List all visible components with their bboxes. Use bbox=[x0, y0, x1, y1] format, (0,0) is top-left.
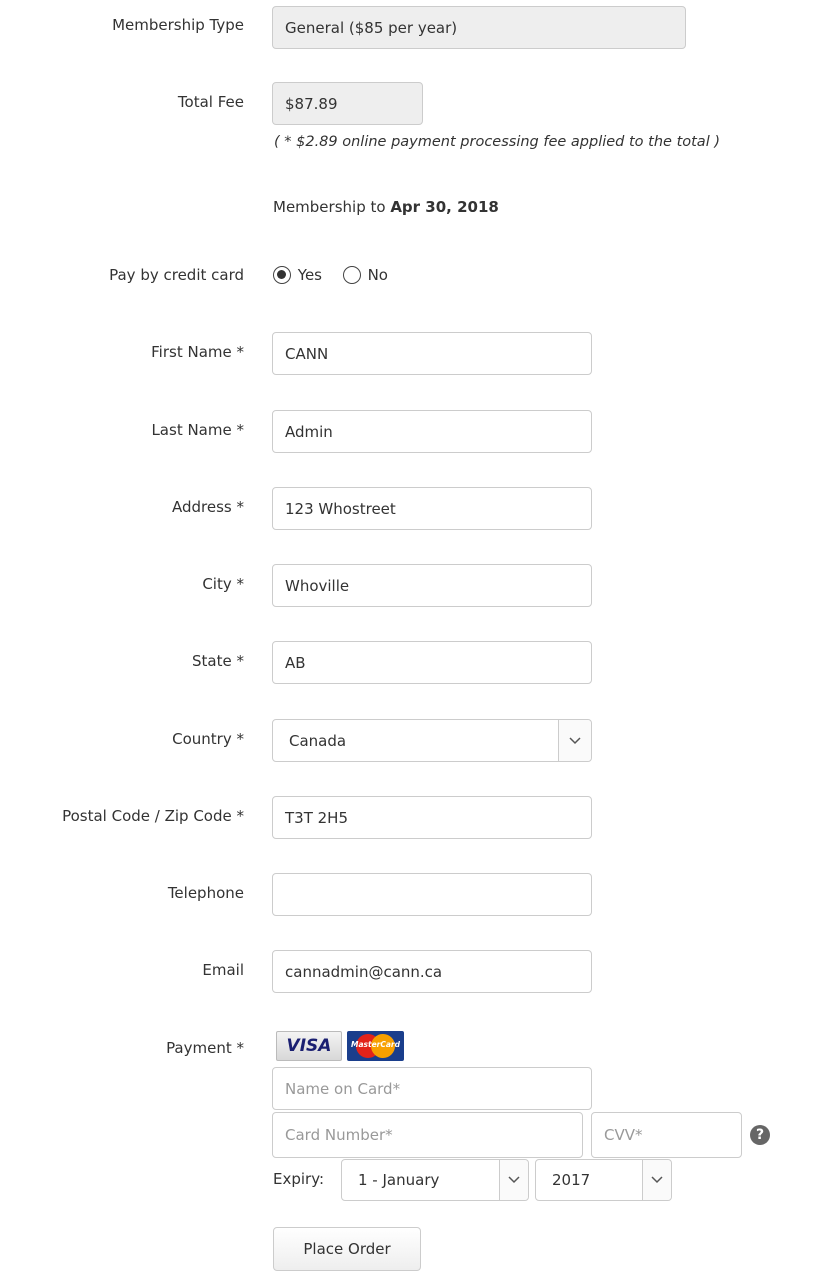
cvv-placeholder: CVV* bbox=[604, 1126, 643, 1144]
radio-checked-icon bbox=[273, 265, 291, 284]
expiry-date: Apr 30, 2018 bbox=[390, 198, 499, 216]
telephone-input[interactable] bbox=[272, 873, 592, 916]
email-input[interactable]: cannadmin@cann.ca bbox=[272, 950, 592, 993]
pay-yes-radio[interactable]: Yes bbox=[273, 265, 327, 284]
postal-code-input[interactable]: T3T 2H5 bbox=[272, 796, 592, 839]
city-value: Whoville bbox=[285, 576, 350, 595]
address-input[interactable]: 123 Whostreet bbox=[272, 487, 592, 530]
expiry-year-value: 2017 bbox=[552, 1171, 591, 1189]
last-name-input[interactable]: Admin bbox=[272, 410, 592, 453]
total-fee-label: Total Fee bbox=[177, 93, 244, 111]
chevron-down-icon bbox=[558, 720, 591, 761]
first-name-input[interactable]: CANN bbox=[272, 332, 592, 375]
radio-unchecked-icon bbox=[342, 265, 361, 284]
state-value: AB bbox=[285, 653, 306, 672]
help-icon[interactable]: ? bbox=[750, 1125, 770, 1145]
country-select[interactable]: Canada bbox=[272, 719, 592, 762]
expiry-month-select[interactable]: 1 - January bbox=[341, 1159, 529, 1201]
address-label: Address * bbox=[171, 498, 244, 516]
country-value: Canada bbox=[289, 731, 347, 750]
address-value: 123 Whostreet bbox=[285, 499, 396, 518]
cvv-input[interactable]: CVV* bbox=[591, 1112, 742, 1158]
last-name-label: Last Name * bbox=[151, 421, 244, 439]
total-fee-value: $87.89 bbox=[285, 94, 338, 113]
pay-by-card-options: Yes No bbox=[273, 265, 388, 284]
pay-no-radio[interactable]: No bbox=[342, 265, 388, 284]
email-label: Email bbox=[202, 961, 244, 979]
membership-type-field: General ($85 per year) bbox=[272, 6, 686, 49]
card-number-placeholder: Card Number* bbox=[285, 1126, 393, 1144]
place-order-button[interactable]: Place Order bbox=[273, 1227, 421, 1271]
mastercard-icon: MasterCard bbox=[347, 1031, 404, 1061]
country-label: Country * bbox=[172, 730, 244, 748]
pay-by-card-label: Pay by credit card bbox=[109, 266, 244, 284]
card-number-input[interactable]: Card Number* bbox=[272, 1112, 583, 1158]
chevron-down-icon bbox=[642, 1160, 671, 1200]
first-name-label: First Name * bbox=[151, 343, 244, 361]
visa-icon: VISA bbox=[276, 1031, 342, 1061]
expiry-month-value: 1 - January bbox=[358, 1171, 440, 1189]
email-value: cannadmin@cann.ca bbox=[285, 962, 443, 981]
name-on-card-placeholder: Name on Card* bbox=[285, 1079, 401, 1098]
state-label: State * bbox=[192, 652, 244, 670]
membership-type-label: Membership Type bbox=[112, 16, 244, 34]
city-input[interactable]: Whoville bbox=[272, 564, 592, 607]
postal-code-label: Postal Code / Zip Code * bbox=[62, 807, 244, 825]
city-label: City * bbox=[202, 575, 244, 593]
place-order-label: Place Order bbox=[303, 1240, 391, 1258]
payment-label: Payment * bbox=[166, 1039, 244, 1057]
first-name-value: CANN bbox=[285, 344, 329, 363]
state-input[interactable]: AB bbox=[272, 641, 592, 684]
total-fee-field: $87.89 bbox=[272, 82, 423, 125]
postal-code-value: T3T 2H5 bbox=[285, 808, 349, 827]
pay-no-label: No bbox=[367, 265, 388, 284]
fee-note: ( * $2.89 online payment processing fee … bbox=[274, 134, 720, 150]
expiry-label: Expiry: bbox=[273, 1170, 325, 1188]
name-on-card-input[interactable]: Name on Card* bbox=[272, 1067, 592, 1110]
membership-type-value: General ($85 per year) bbox=[285, 18, 458, 37]
chevron-down-icon bbox=[499, 1160, 528, 1200]
membership-expiry-text: Membership to Apr 30, 2018 bbox=[273, 198, 499, 216]
expiry-prefix: Membership to bbox=[273, 198, 391, 216]
last-name-value: Admin bbox=[285, 422, 333, 441]
pay-yes-label: Yes bbox=[297, 265, 322, 284]
expiry-year-select[interactable]: 2017 bbox=[535, 1159, 672, 1201]
telephone-label: Telephone bbox=[167, 884, 244, 902]
